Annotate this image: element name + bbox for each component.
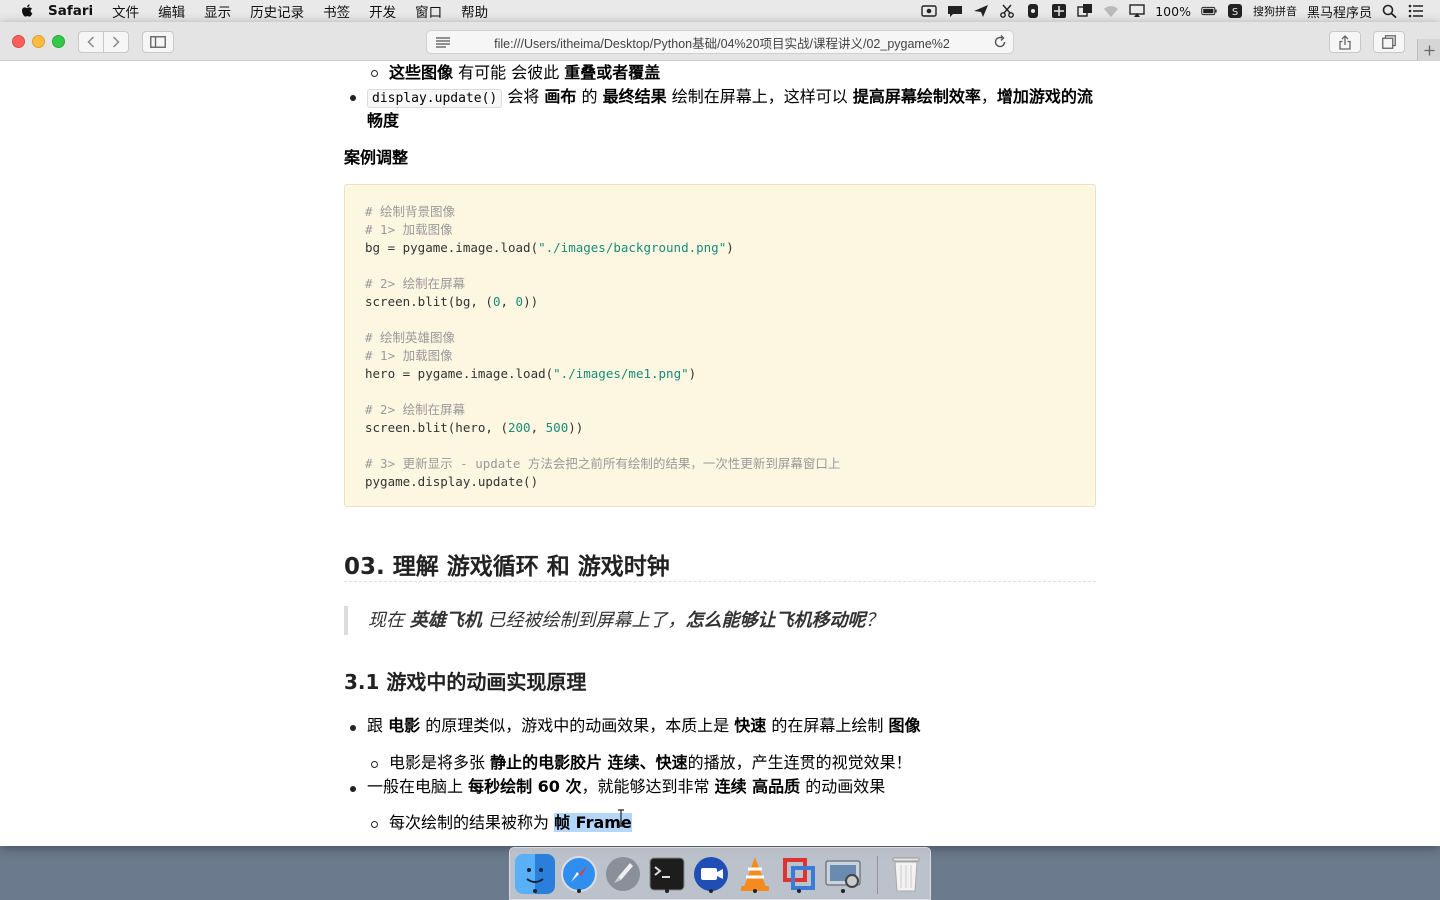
code-line: # 2> 绘制在屏幕 [365,276,466,291]
new-tab-button[interactable] [1417,39,1440,61]
chevron-left-icon [87,36,95,48]
vlc-icon[interactable] [735,854,775,894]
bullet-marker [350,95,356,101]
browser-toolbar: file:///Users/itheima/Desktop/Python基础/0… [0,22,1440,61]
menu-develop[interactable]: 开发 [369,1,396,21]
send-icon[interactable] [973,4,989,18]
sogou-input-icon[interactable]: S [1227,4,1243,18]
sub-bullet-marker [371,761,378,768]
chevron-right-icon [112,36,120,48]
close-window-button[interactable] [12,35,25,48]
code-line: hero = pygame.image.load("./images/me1.p… [365,366,697,381]
code-line: bg = pygame.image.load("./images/backgro… [365,240,734,255]
heading-divider [344,581,1096,582]
menu-view[interactable]: 显示 [204,1,231,21]
fullscreen-window-button[interactable] [52,35,65,48]
reader-view-icon[interactable] [429,36,457,48]
share-button[interactable] [1329,31,1361,53]
menu-history[interactable]: 历史记录 [250,1,304,21]
list-item: 每次绘制的结果被称为 帧 Frame [389,813,632,832]
list-item: 一般在电脑上 每秒绘制 60 次，就能够达到非常 连续 高品质 的动画效果 [367,777,886,796]
section-heading: 03. 理解 游戏循环 和 游戏时钟 [344,554,670,580]
code-line: # 绘制背景图像 [365,204,456,219]
launchpad-icon[interactable] [603,854,643,894]
screen-recorder-icon[interactable] [691,854,731,894]
menu-bar: Safari 文件 编辑 显示 历史记录 书签 开发 窗口 帮助 100% S … [0,0,1440,22]
code-line: screen.blit(bg, (0, 0)) [365,294,539,309]
reload-icon[interactable] [987,35,1013,49]
bullet-marker [350,786,356,792]
dock [509,847,931,900]
safari-icon[interactable] [559,854,599,894]
subsection-heading: 3.1 游戏中的动画实现原理 [344,670,587,694]
safari-window: file:///Users/itheima/Desktop/Python基础/0… [0,22,1440,846]
share-icon [1339,34,1351,50]
sidebar-toggle-button[interactable] [142,31,174,53]
parallels-icon[interactable] [779,854,819,894]
code-line: pygame.display.update() [365,474,539,489]
menu-bookmarks[interactable]: 书签 [323,1,350,21]
list-item: display.update() 会将 画布 的 最终结果 绘制在屏幕上，这样可… [367,85,1093,111]
menu-file[interactable]: 文件 [112,1,139,21]
inline-code: display.update() [367,89,503,108]
page-content: 这些图像 有可能 会彼此 重叠或者覆盖 display.update() 会将 … [0,61,1440,846]
menu-edit[interactable]: 编辑 [158,1,185,21]
grid-app-icon[interactable] [1051,4,1067,18]
show-tabs-button[interactable] [1373,31,1405,53]
back-button[interactable] [78,31,104,53]
code-block: # 绘制背景图像 # 1> 加载图像 bg = pygame.image.loa… [344,184,1096,507]
evernote-icon[interactable] [1025,4,1041,18]
airplay-icon[interactable] [1129,4,1145,18]
url-text[interactable]: file:///Users/itheima/Desktop/Python基础/0… [457,33,987,52]
svg-text:S: S [1232,7,1238,18]
plus-icon [1424,45,1434,55]
sub-bullet-marker [371,821,378,828]
trash-icon[interactable] [886,854,926,894]
status-tray: 100% S 搜狗拼音 黑马程序员 [921,2,1430,21]
code-line: # 1> 加载图像 [365,222,453,237]
forward-button[interactable] [103,31,129,53]
spotlight-search-icon[interactable] [1382,4,1398,18]
list-item-continuation: 畅度 [367,111,400,130]
notification-center-icon[interactable] [1408,4,1424,18]
list-item: 电影是将多张 静止的电影胶片 连续、快速的播放，产生连贯的视觉效果！ [389,753,912,772]
sub-bullet-marker [371,70,378,77]
apple-menu-icon[interactable] [20,3,36,19]
user-name[interactable]: 黑马程序员 [1307,2,1372,21]
list-item: 这些图像 有可能 会彼此 重叠或者覆盖 [389,63,661,82]
wifi-icon[interactable] [1103,4,1119,18]
window-manager-icon[interactable] [1077,4,1093,18]
minimize-window-button[interactable] [32,35,45,48]
bullet-marker [350,725,356,731]
menu-help[interactable]: 帮助 [461,1,488,21]
dock-separator [877,856,878,894]
code-line: # 1> 加载图像 [365,348,453,363]
screen-record-icon[interactable] [921,4,937,18]
battery-icon[interactable] [1201,4,1217,18]
code-line: screen.blit(hero, (200, 500)) [365,420,584,435]
menu-safari[interactable]: Safari [48,3,93,19]
chat-icon[interactable] [947,4,963,18]
scissors-icon[interactable] [999,4,1015,18]
text-cursor-icon [617,809,624,827]
case-heading: 案例调整 [344,148,409,167]
code-line: # 2> 绘制在屏幕 [365,402,466,417]
image-capture-icon[interactable] [823,854,863,894]
sidebar-icon [150,36,166,48]
battery-percent: 100% [1155,3,1191,19]
finder-icon[interactable] [515,854,555,894]
menu-window[interactable]: 窗口 [415,1,442,21]
address-bar[interactable]: file:///Users/itheima/Desktop/Python基础/0… [426,30,1014,54]
input-method-label[interactable]: 搜狗拼音 [1253,3,1297,19]
list-item: 跟 电影 的原理类似，游戏中的动画效果，本质上是 快速 的在屏幕上绘制 图像 [367,716,921,735]
tabs-overview-icon [1382,35,1396,49]
blockquote: 现在 英雄飞机 已经被绘制到屏幕上了，怎么能够让飞机移动呢？ [344,606,1096,635]
terminal-icon[interactable] [647,854,687,894]
code-line: # 绘制英雄图像 [365,330,456,345]
code-line: # 3> 更新显示 - update 方法会把之前所有绘制的结果，一次性更新到屏… [365,456,841,471]
